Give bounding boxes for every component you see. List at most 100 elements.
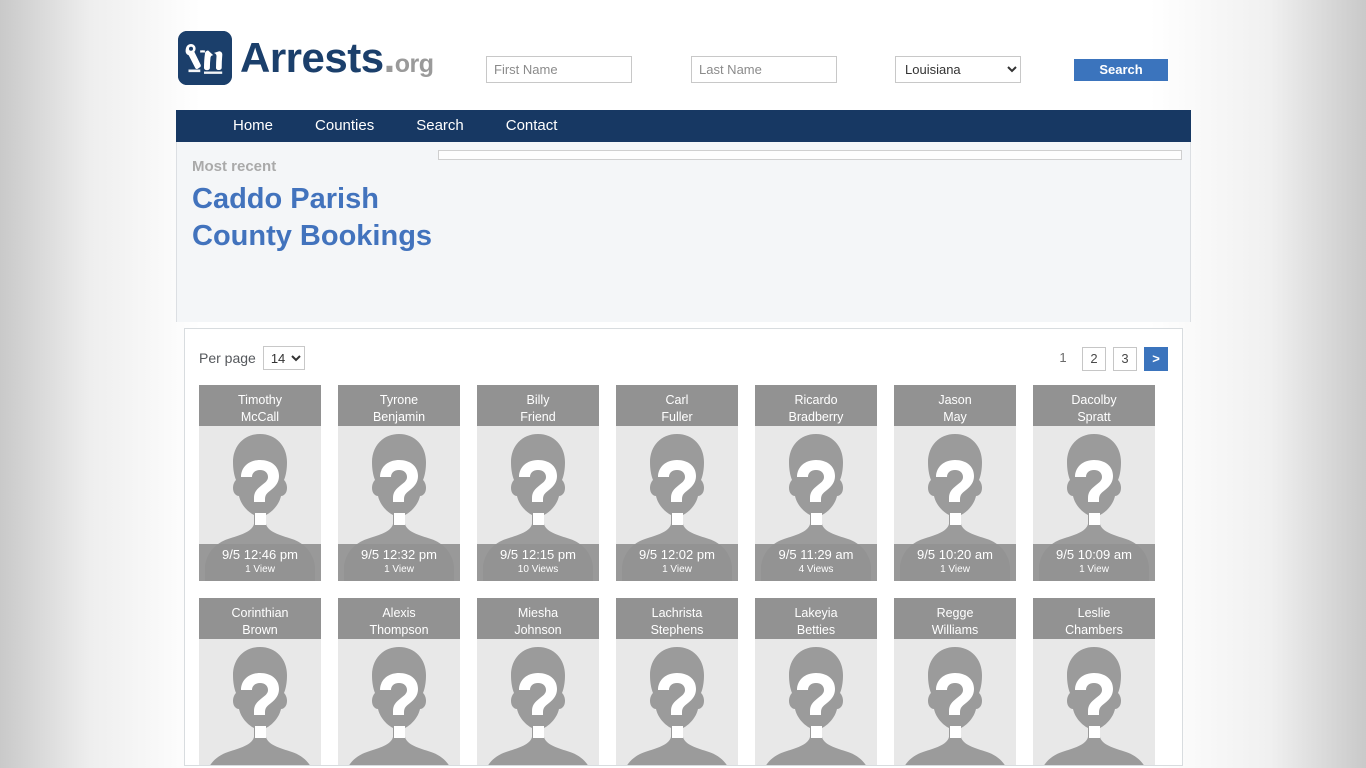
booking-last-name: Brown: [242, 622, 278, 637]
booking-card-name: Billy Friend: [477, 385, 599, 426]
booking-card-meta: 9/5 12:02 pm 1 View: [616, 543, 738, 581]
nav-item-search[interactable]: Search: [395, 110, 485, 142]
brand-dot: .: [383, 34, 396, 81]
site-logo[interactable]: Arrests.org: [178, 31, 434, 85]
booking-card[interactable]: Lakeyia Betties: [755, 598, 877, 765]
booking-card[interactable]: Alexis Thompson: [338, 598, 460, 765]
page-next-button[interactable]: >: [1144, 347, 1168, 371]
booking-timestamp: 9/5 11:29 am: [778, 546, 854, 562]
nav-item-contact[interactable]: Contact: [485, 110, 579, 142]
brand-wordmark: Arrests.org: [240, 37, 434, 79]
booking-card-name: Regge Williams: [894, 598, 1016, 639]
booking-last-name: Benjamin: [372, 409, 426, 424]
state-select[interactable]: Louisiana: [895, 56, 1021, 83]
booking-card[interactable]: Tyrone Benjamin 9/5 12:32 pm 1 View: [338, 385, 460, 581]
booking-card[interactable]: Miesha Johnson: [477, 598, 599, 765]
person-placeholder-icon: 9/5 12:15 pm 10 Views: [477, 426, 599, 581]
booking-last-name: Stephens: [650, 622, 704, 637]
person-placeholder-icon: [1033, 639, 1155, 765]
booking-card[interactable]: Regge Williams: [894, 598, 1016, 765]
person-placeholder-icon: 9/5 10:09 am 1 View: [1033, 426, 1155, 581]
search-button[interactable]: Search: [1074, 58, 1168, 81]
booking-timestamp: 9/5 12:46 pm: [222, 546, 298, 562]
page-title: Caddo Parish County Bookings: [192, 183, 433, 252]
booking-first-name: Lakeyia: [794, 606, 838, 620]
per-page-select[interactable]: 14: [262, 346, 305, 370]
site-header: Arrests.org Louisiana Search: [176, 0, 1191, 110]
booking-card[interactable]: Corinthian Brown: [199, 598, 321, 765]
booking-view-count: 4 Views: [798, 563, 834, 575]
booking-card-name: Timothy McCall: [199, 385, 321, 426]
ad-placeholder: [438, 150, 1182, 160]
booking-last-name: Thompson: [369, 622, 429, 637]
booking-card[interactable]: Billy Friend 9/5 12:15 pm 10 Views: [477, 385, 599, 581]
pagination: 1 2 3 >: [1051, 347, 1168, 371]
booking-first-name: Dacolby: [1071, 393, 1117, 407]
booking-first-name: Lachrista: [651, 606, 703, 620]
booking-card-meta: 9/5 11:29 am 4 Views: [755, 543, 877, 581]
person-placeholder-icon: 9/5 11:29 am 4 Views: [755, 426, 877, 581]
booking-card[interactable]: Timothy McCall 9/5 12:46 pm 1 View: [199, 385, 321, 581]
hero-eyebrow: Most recent: [192, 158, 277, 175]
booking-first-name: Jason: [938, 393, 972, 407]
booking-last-name: Friend: [520, 409, 556, 424]
booking-card-name: Miesha Johnson: [477, 598, 599, 639]
booking-last-name: Williams: [931, 622, 979, 637]
booking-card[interactable]: Jason May 9/5 10:20 am 1 View: [894, 385, 1016, 581]
results-panel: Per page 14 1 2 3 > Timothy McCall 9/5 12:…: [184, 328, 1183, 766]
booking-first-name: Ricardo: [794, 393, 838, 407]
brand-name: Arrests: [240, 34, 384, 81]
booking-card-meta: 9/5 12:46 pm 1 View: [199, 543, 321, 581]
person-placeholder-icon: 9/5 12:02 pm 1 View: [616, 426, 738, 581]
per-page-label: Per page: [199, 350, 256, 366]
booking-card[interactable]: Lachrista Stephens: [616, 598, 738, 765]
nav-item-counties[interactable]: Counties: [294, 110, 395, 142]
booking-card-name: Dacolby Spratt: [1033, 385, 1155, 426]
hero-band: Most recent Caddo Parish County Bookings: [176, 142, 1191, 322]
booking-timestamp: 9/5 12:02 pm: [639, 546, 715, 562]
booking-card-meta: 9/5 10:20 am 1 View: [894, 543, 1016, 581]
booking-card[interactable]: Ricardo Bradberry 9/5 11:29 am 4 Views: [755, 385, 877, 581]
booking-card[interactable]: Carl Fuller 9/5 12:02 pm 1 View: [616, 385, 738, 581]
booking-card[interactable]: Leslie Chambers: [1033, 598, 1155, 765]
person-placeholder-icon: [338, 639, 460, 765]
last-name-input[interactable]: [691, 56, 837, 83]
booking-last-name: Johnson: [514, 622, 562, 637]
booking-card-meta: 9/5 12:32 pm 1 View: [338, 543, 460, 581]
page-container: Arrests.org Louisiana Search Home Counti…: [176, 0, 1191, 768]
booking-timestamp: 9/5 10:20 am: [917, 546, 993, 562]
nav-item-home[interactable]: Home: [212, 110, 294, 142]
results-toolbar: Per page 14 1 2 3 >: [185, 329, 1182, 385]
first-name-input[interactable]: [486, 56, 632, 83]
booking-card-name: Alexis Thompson: [338, 598, 460, 639]
booking-last-name: Chambers: [1065, 622, 1123, 637]
booking-card-name: Jason May: [894, 385, 1016, 426]
booking-card-name: Lachrista Stephens: [616, 598, 738, 639]
booking-card-name: Carl Fuller: [616, 385, 738, 426]
person-placeholder-icon: 9/5 12:32 pm 1 View: [338, 426, 460, 581]
person-placeholder-icon: 9/5 12:46 pm 1 View: [199, 426, 321, 581]
brand-tld: org: [394, 50, 434, 78]
booking-first-name: Billy: [526, 393, 550, 407]
person-placeholder-icon: [199, 639, 321, 765]
booking-timestamp: 9/5 12:15 pm: [500, 546, 576, 562]
booking-first-name: Miesha: [517, 606, 559, 620]
booking-timestamp: 9/5 12:32 pm: [361, 546, 437, 562]
booking-first-name: Tyrone: [379, 393, 419, 407]
booking-view-count: 1 View: [1079, 563, 1109, 575]
page-current: 1: [1059, 350, 1067, 365]
booking-view-count: 1 View: [245, 563, 275, 575]
person-placeholder-icon: 9/5 10:20 am 1 View: [894, 426, 1016, 581]
booking-first-name: Regge: [936, 606, 974, 620]
booking-last-name: Spratt: [1077, 409, 1111, 424]
booking-card[interactable]: Dacolby Spratt 9/5 10:09 am 1 View: [1033, 385, 1155, 581]
booking-card-name: Corinthian Brown: [199, 598, 321, 639]
booking-view-count: 1 View: [384, 563, 414, 575]
booking-first-name: Alexis: [382, 606, 416, 620]
booking-card-grid: Timothy McCall 9/5 12:46 pm 1 View Tyrone Ben…: [185, 385, 1182, 765]
page-link-3[interactable]: 3: [1113, 347, 1137, 371]
booking-card-meta: 9/5 12:15 pm 10 Views: [477, 543, 599, 581]
header-search-form: Louisiana Search: [486, 56, 1168, 83]
handcuffs-icon: [178, 31, 232, 85]
page-link-2[interactable]: 2: [1082, 347, 1106, 371]
